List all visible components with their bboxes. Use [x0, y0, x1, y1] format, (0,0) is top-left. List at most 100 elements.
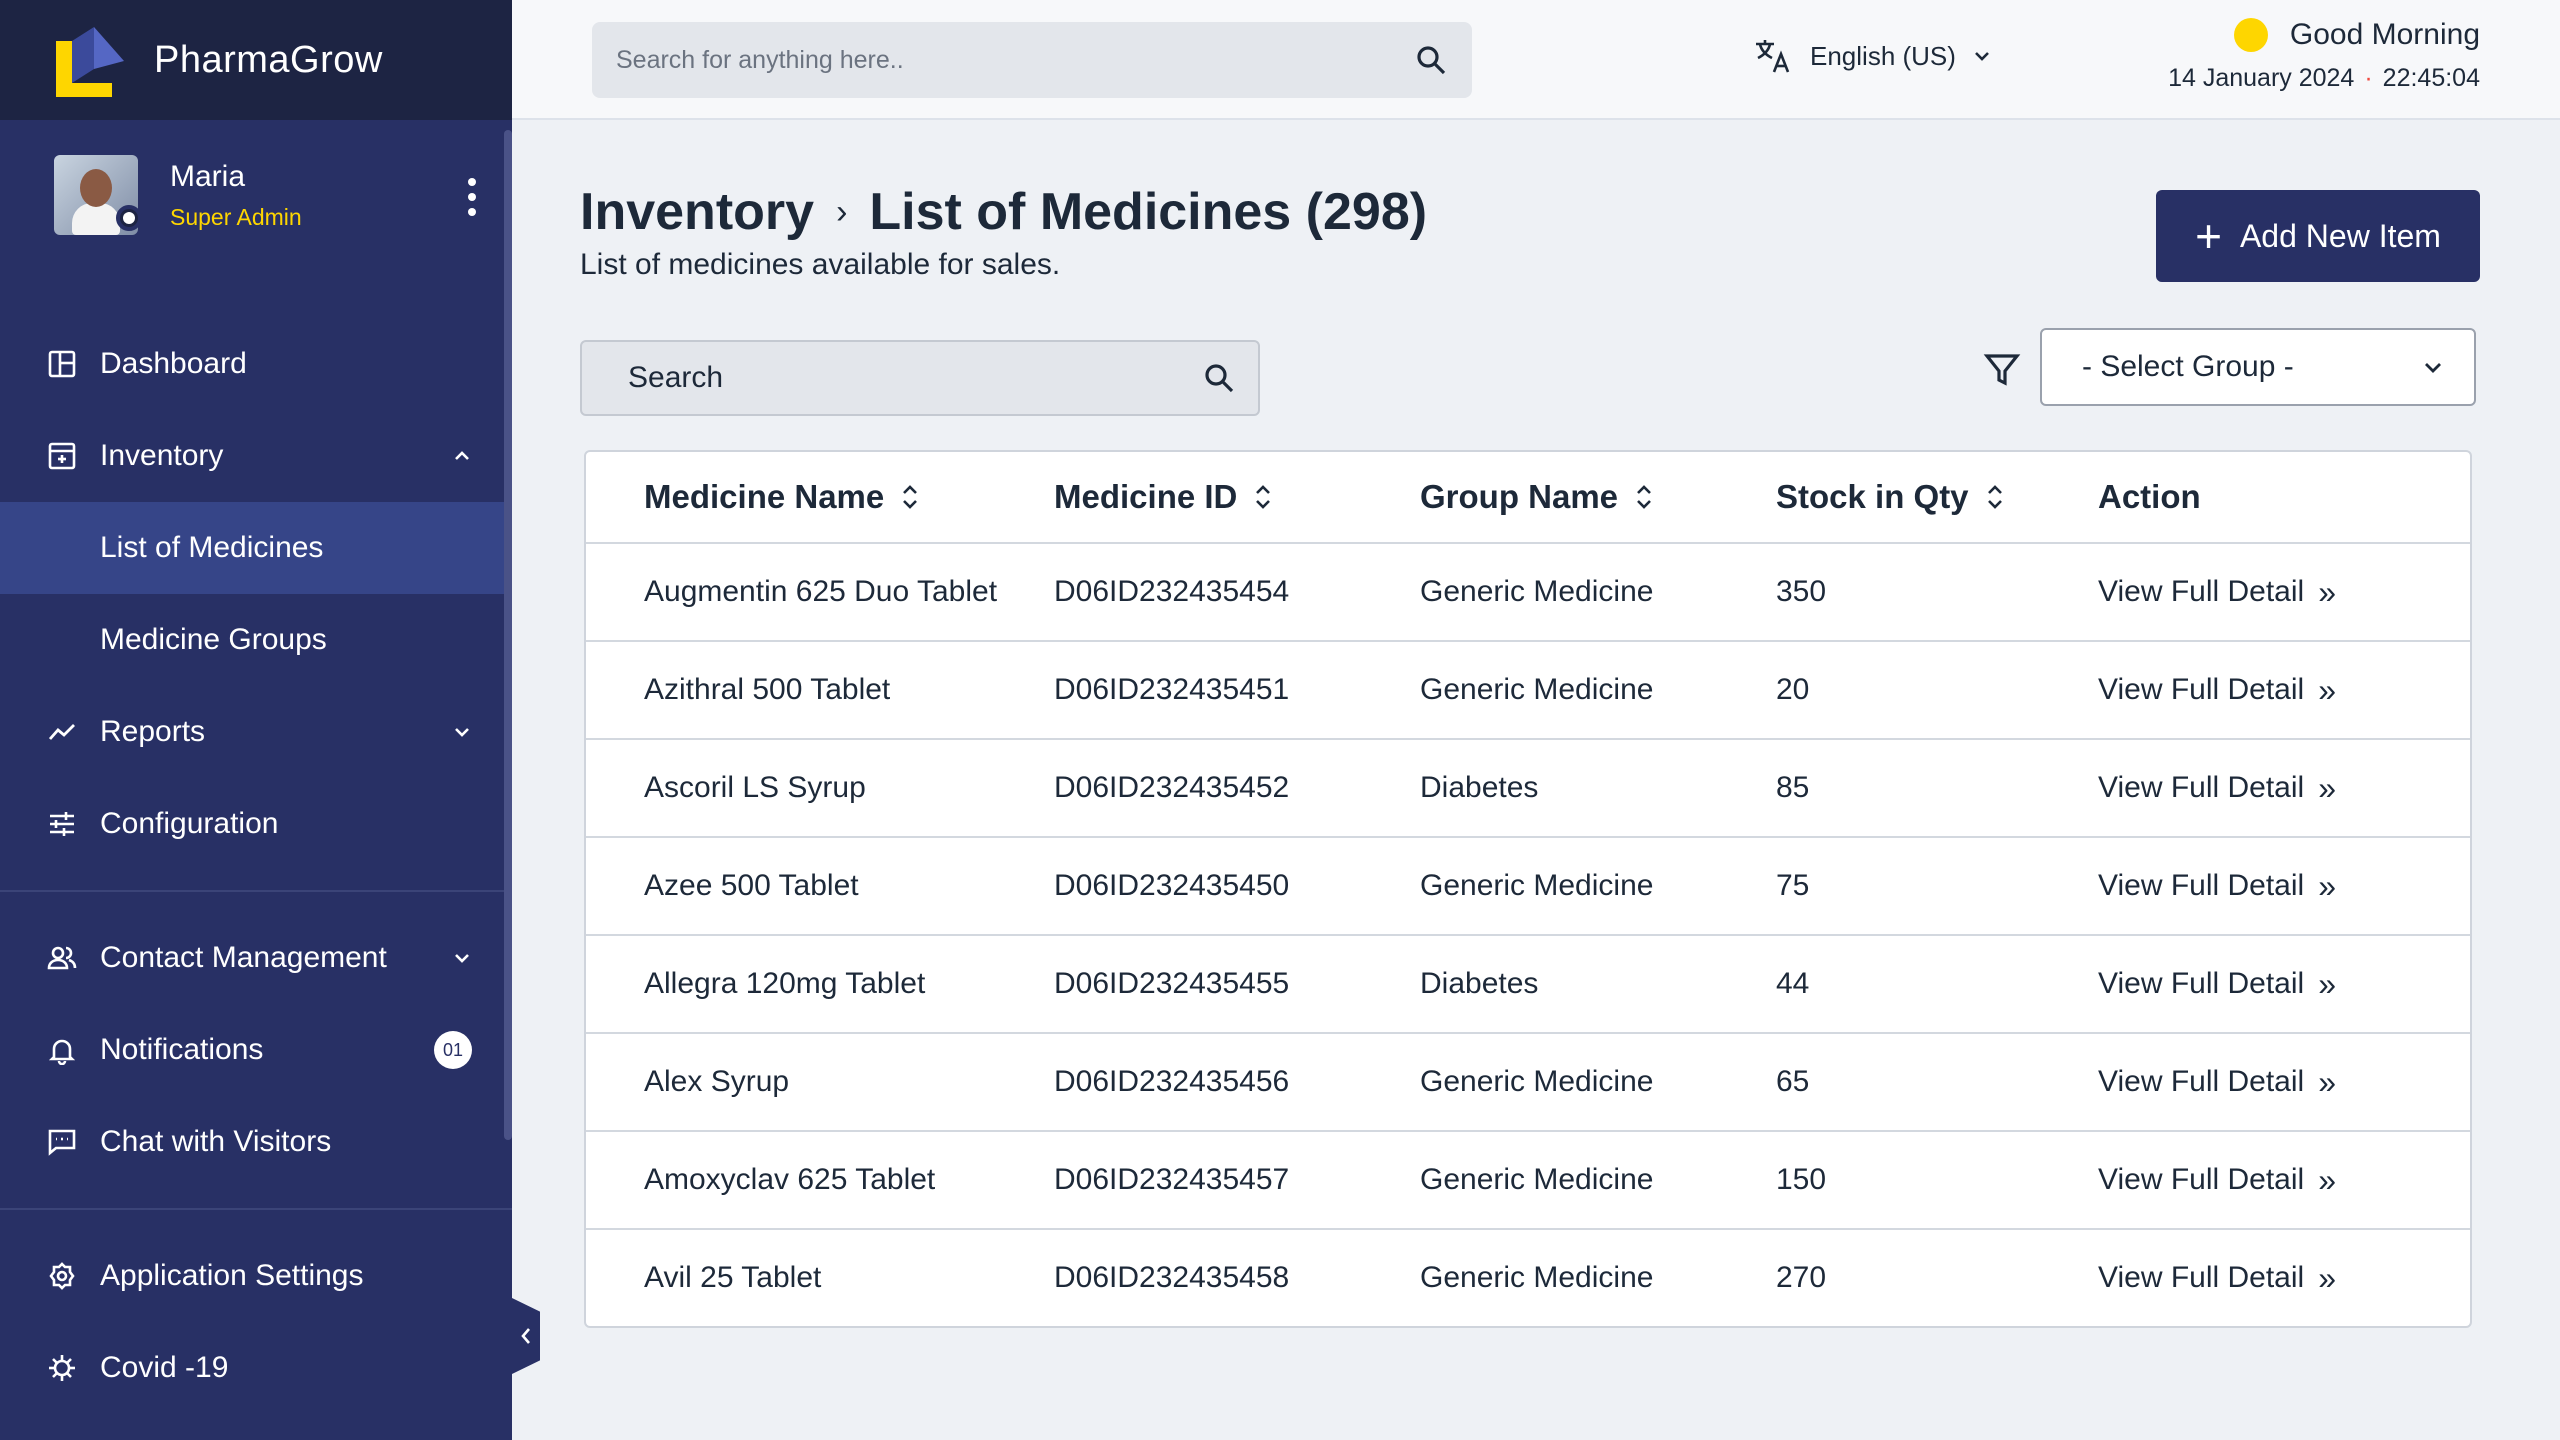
add-button-label: Add New Item	[2239, 217, 2441, 254]
table-row: Avil 25 Tablet D06ID232435458 Generic Medi…	[586, 1228, 2470, 1326]
action-cell: View Full Detail »	[2098, 575, 2470, 609]
configuration-icon	[46, 808, 78, 840]
sort-icon[interactable]	[1634, 482, 1654, 512]
medicine-search	[580, 340, 1260, 416]
notification-count-badge: 01	[434, 1031, 472, 1069]
search-icon[interactable]	[1414, 43, 1448, 77]
profile-name: Maria	[170, 159, 246, 193]
medicine-name-cell: Azee 500 Tablet	[644, 869, 859, 902]
date-time: 14 January 2024 · 22:45:04	[2168, 64, 2480, 93]
group-name-cell: Generic Medicine	[1420, 673, 1654, 706]
sidebar-item-label: Contact Management	[100, 941, 387, 974]
brand-bar: PharmaGrow	[0, 0, 512, 120]
group-name-cell: Generic Medicine	[1420, 1163, 1654, 1196]
sidebar-item-reports[interactable]: Reports	[0, 686, 512, 778]
view-full-detail-link[interactable]: View Full Detail »	[2098, 673, 2470, 707]
double-chevron-right-icon: »	[2318, 1162, 2336, 1198]
select-group-dropdown[interactable]: - Select Group -	[2040, 328, 2476, 406]
more-vertical-icon[interactable]	[468, 178, 478, 216]
double-chevron-right-icon: »	[2318, 672, 2336, 708]
online-status-indicator	[116, 205, 142, 231]
table-row: Azithral 500 Tablet D06ID232435451 Generic…	[586, 640, 2470, 738]
user-profile[interactable]: Maria Super Admin	[0, 120, 512, 270]
avatar[interactable]	[54, 155, 142, 235]
sidebar-item-label: Medicine Groups	[100, 623, 327, 656]
sidebar-item-label: Notifications	[100, 1033, 264, 1066]
sidebar-item-inventory[interactable]: Inventory	[0, 410, 512, 502]
sidebar-item-notifications[interactable]: Notifications 01	[0, 1004, 512, 1096]
group-name-cell: Generic Medicine	[1420, 575, 1654, 608]
medicine-id-cell: D06ID232435452	[1054, 771, 1290, 804]
search-icon[interactable]	[1202, 361, 1236, 395]
group-name-cell: Generic Medicine	[1420, 869, 1654, 902]
sidebar-item-configuration[interactable]: Configuration	[0, 778, 512, 870]
sidebar-item-label: Configuration	[100, 807, 279, 840]
view-full-detail-link[interactable]: View Full Detail »	[2098, 967, 2470, 1001]
group-name-cell: Generic Medicine	[1420, 1065, 1654, 1098]
chevron-down-icon[interactable]	[452, 722, 472, 742]
sidebar-item-application-settings[interactable]: Application Settings	[0, 1230, 512, 1322]
sidebar-item-medicine-groups[interactable]: Medicine Groups	[0, 594, 512, 686]
pharmagrow-logo	[50, 21, 128, 99]
view-full-detail-link[interactable]: View Full Detail »	[2098, 1065, 2470, 1099]
sidebar-item-list-of-medicines[interactable]: List of Medicines	[0, 502, 512, 594]
double-chevron-right-icon: »	[2318, 574, 2336, 610]
chevron-up-icon[interactable]	[452, 446, 472, 466]
sidebar-nav: Dashboard Inventory List of Medicines Me…	[0, 270, 512, 1414]
view-full-detail-link[interactable]: View Full Detail »	[2098, 869, 2470, 903]
sidebar-item-dashboard[interactable]: Dashboard	[0, 318, 512, 410]
stock-qty-cell: 20	[1776, 673, 1810, 706]
sidebar-item-label: Inventory	[100, 439, 224, 472]
action-cell: View Full Detail »	[2098, 1163, 2470, 1197]
filter-icon[interactable]	[1982, 350, 2022, 390]
breadcrumb-inventory[interactable]: Inventory	[580, 182, 814, 242]
medicine-id-cell: D06ID232435451	[1054, 673, 1290, 706]
chat-icon	[46, 1126, 78, 1158]
sort-icon[interactable]	[1985, 482, 2005, 512]
dashboard-icon	[46, 348, 78, 380]
action-cell: View Full Detail »	[2098, 1261, 2470, 1295]
header-medicine-name[interactable]: Medicine Name	[586, 478, 1054, 516]
header-medicine-id[interactable]: Medicine ID	[1054, 478, 1420, 516]
topbar: English (US) Good Morning 14 January 202…	[512, 0, 2560, 120]
table-row: Amoxyclav 625 Tablet D06ID232435457 Generi…	[586, 1130, 2470, 1228]
sidebar-item-covid-19[interactable]: Covid -19	[0, 1322, 512, 1414]
sidebar: PharmaGrow Maria Super Admin Dashboard I…	[0, 0, 512, 1440]
add-new-item-button[interactable]: + Add New Item	[2156, 190, 2480, 282]
view-full-detail-link[interactable]: View Full Detail »	[2098, 575, 2470, 609]
language-label: English (US)	[1810, 40, 1956, 71]
medicine-id-cell: D06ID232435456	[1054, 1065, 1290, 1098]
sidebar-item-label: Reports	[100, 715, 206, 748]
medicine-name-cell: Amoxyclav 625 Tablet	[644, 1163, 936, 1196]
double-chevron-right-icon: »	[2318, 1064, 2336, 1100]
stock-qty-cell: 85	[1776, 771, 1810, 804]
medicine-name-cell: Augmentin 625 Duo Tablet	[644, 575, 998, 608]
medicine-search-input[interactable]	[628, 361, 1202, 395]
sort-icon[interactable]	[900, 482, 920, 512]
view-full-detail-link[interactable]: View Full Detail »	[2098, 1163, 2470, 1197]
global-search-input[interactable]	[616, 45, 1414, 75]
language-selector[interactable]: English (US)	[1754, 38, 1992, 74]
view-full-detail-label: View Full Detail	[2098, 575, 2305, 608]
sidebar-item-chat-with-visitors[interactable]: Chat with Visitors	[0, 1096, 512, 1188]
sidebar-divider	[0, 1208, 512, 1210]
chevron-down-icon	[1975, 52, 1989, 61]
header-stock-in-qty[interactable]: Stock in Qty	[1776, 478, 2098, 516]
stock-qty-cell: 44	[1776, 967, 1810, 1000]
table-row: Augmentin 625 Duo Tablet D06ID232435454 Ge…	[586, 542, 2470, 640]
header-group-name[interactable]: Group Name	[1420, 478, 1776, 516]
medicine-id-cell: D06ID232435458	[1054, 1261, 1290, 1294]
date-text: 14 January 2024	[2168, 64, 2355, 92]
sidebar-item-contact-management[interactable]: Contact Management	[0, 912, 512, 1004]
view-full-detail-label: View Full Detail	[2098, 771, 2305, 804]
view-full-detail-link[interactable]: View Full Detail »	[2098, 1261, 2470, 1295]
breadcrumb: Inventory › List of Medicines (298)	[580, 182, 1427, 242]
sidebar-divider	[0, 890, 512, 892]
header-label: Group Name	[1420, 478, 1619, 515]
view-full-detail-link[interactable]: View Full Detail »	[2098, 771, 2470, 805]
sort-icon[interactable]	[1253, 482, 1273, 512]
sidebar-item-label: Dashboard	[100, 347, 247, 380]
sidebar-scrollbar[interactable]	[504, 130, 512, 1140]
chevron-down-icon[interactable]	[452, 948, 472, 968]
medicine-id-cell: D06ID232435457	[1054, 1163, 1290, 1196]
